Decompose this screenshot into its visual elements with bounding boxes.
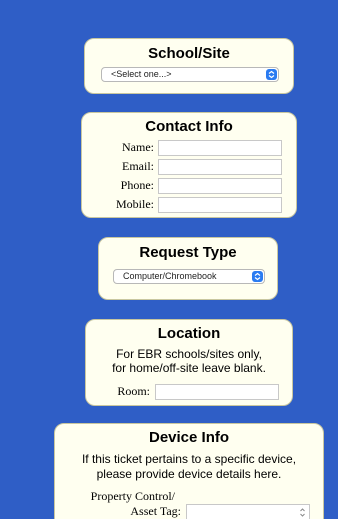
location-title: Location bbox=[157, 325, 221, 342]
request-type-select-value: Computer/Chromebook bbox=[123, 271, 217, 281]
device-info-title: Device Info bbox=[148, 429, 230, 446]
asset-tag-label: Asset Tag: bbox=[130, 504, 181, 518]
school-site-title: School/Site bbox=[148, 45, 230, 62]
device-info-note-line1: If this ticket pertains to a specific de… bbox=[81, 452, 297, 466]
room-label: Room: bbox=[117, 384, 150, 398]
school-site-select[interactable]: <Select one...> bbox=[101, 67, 279, 82]
location-note-line1: For EBR schools/sites only, bbox=[116, 347, 262, 361]
location-card: Location For EBR schools/sites only, for… bbox=[85, 319, 293, 406]
device-info-note-line2: please provide device details here. bbox=[96, 467, 282, 481]
phone-label: Phone: bbox=[120, 178, 154, 192]
asset-tag-field[interactable] bbox=[186, 504, 310, 519]
property-control-label: Property Control/ bbox=[90, 489, 175, 503]
request-type-card: Request Type Computer/Chromebook bbox=[98, 237, 278, 300]
school-site-card: School/Site <Select one...> bbox=[84, 38, 294, 94]
mobile-label: Mobile: bbox=[116, 197, 154, 211]
phone-field[interactable] bbox=[158, 178, 282, 194]
school-site-select-value: <Select one...> bbox=[111, 69, 172, 79]
contact-info-title: Contact Info bbox=[145, 118, 233, 135]
request-type-title: Request Type bbox=[139, 244, 237, 261]
updown-chevron-icon bbox=[266, 69, 277, 80]
email-label: Email: bbox=[122, 159, 154, 173]
stepper-icon bbox=[300, 508, 305, 517]
request-type-select[interactable]: Computer/Chromebook bbox=[113, 269, 265, 284]
name-label: Name: bbox=[122, 140, 154, 154]
contact-info-card: Contact Info Name: Email: Phone: Mobile: bbox=[81, 112, 297, 218]
mobile-field[interactable] bbox=[158, 197, 282, 213]
name-field[interactable] bbox=[158, 140, 282, 156]
room-field[interactable] bbox=[155, 384, 279, 400]
location-note-line2: for home/off-site leave blank. bbox=[112, 361, 266, 375]
email-field[interactable] bbox=[158, 159, 282, 175]
device-info-card: Device Info If this ticket pertains to a… bbox=[54, 423, 324, 519]
updown-chevron-icon bbox=[252, 271, 263, 282]
